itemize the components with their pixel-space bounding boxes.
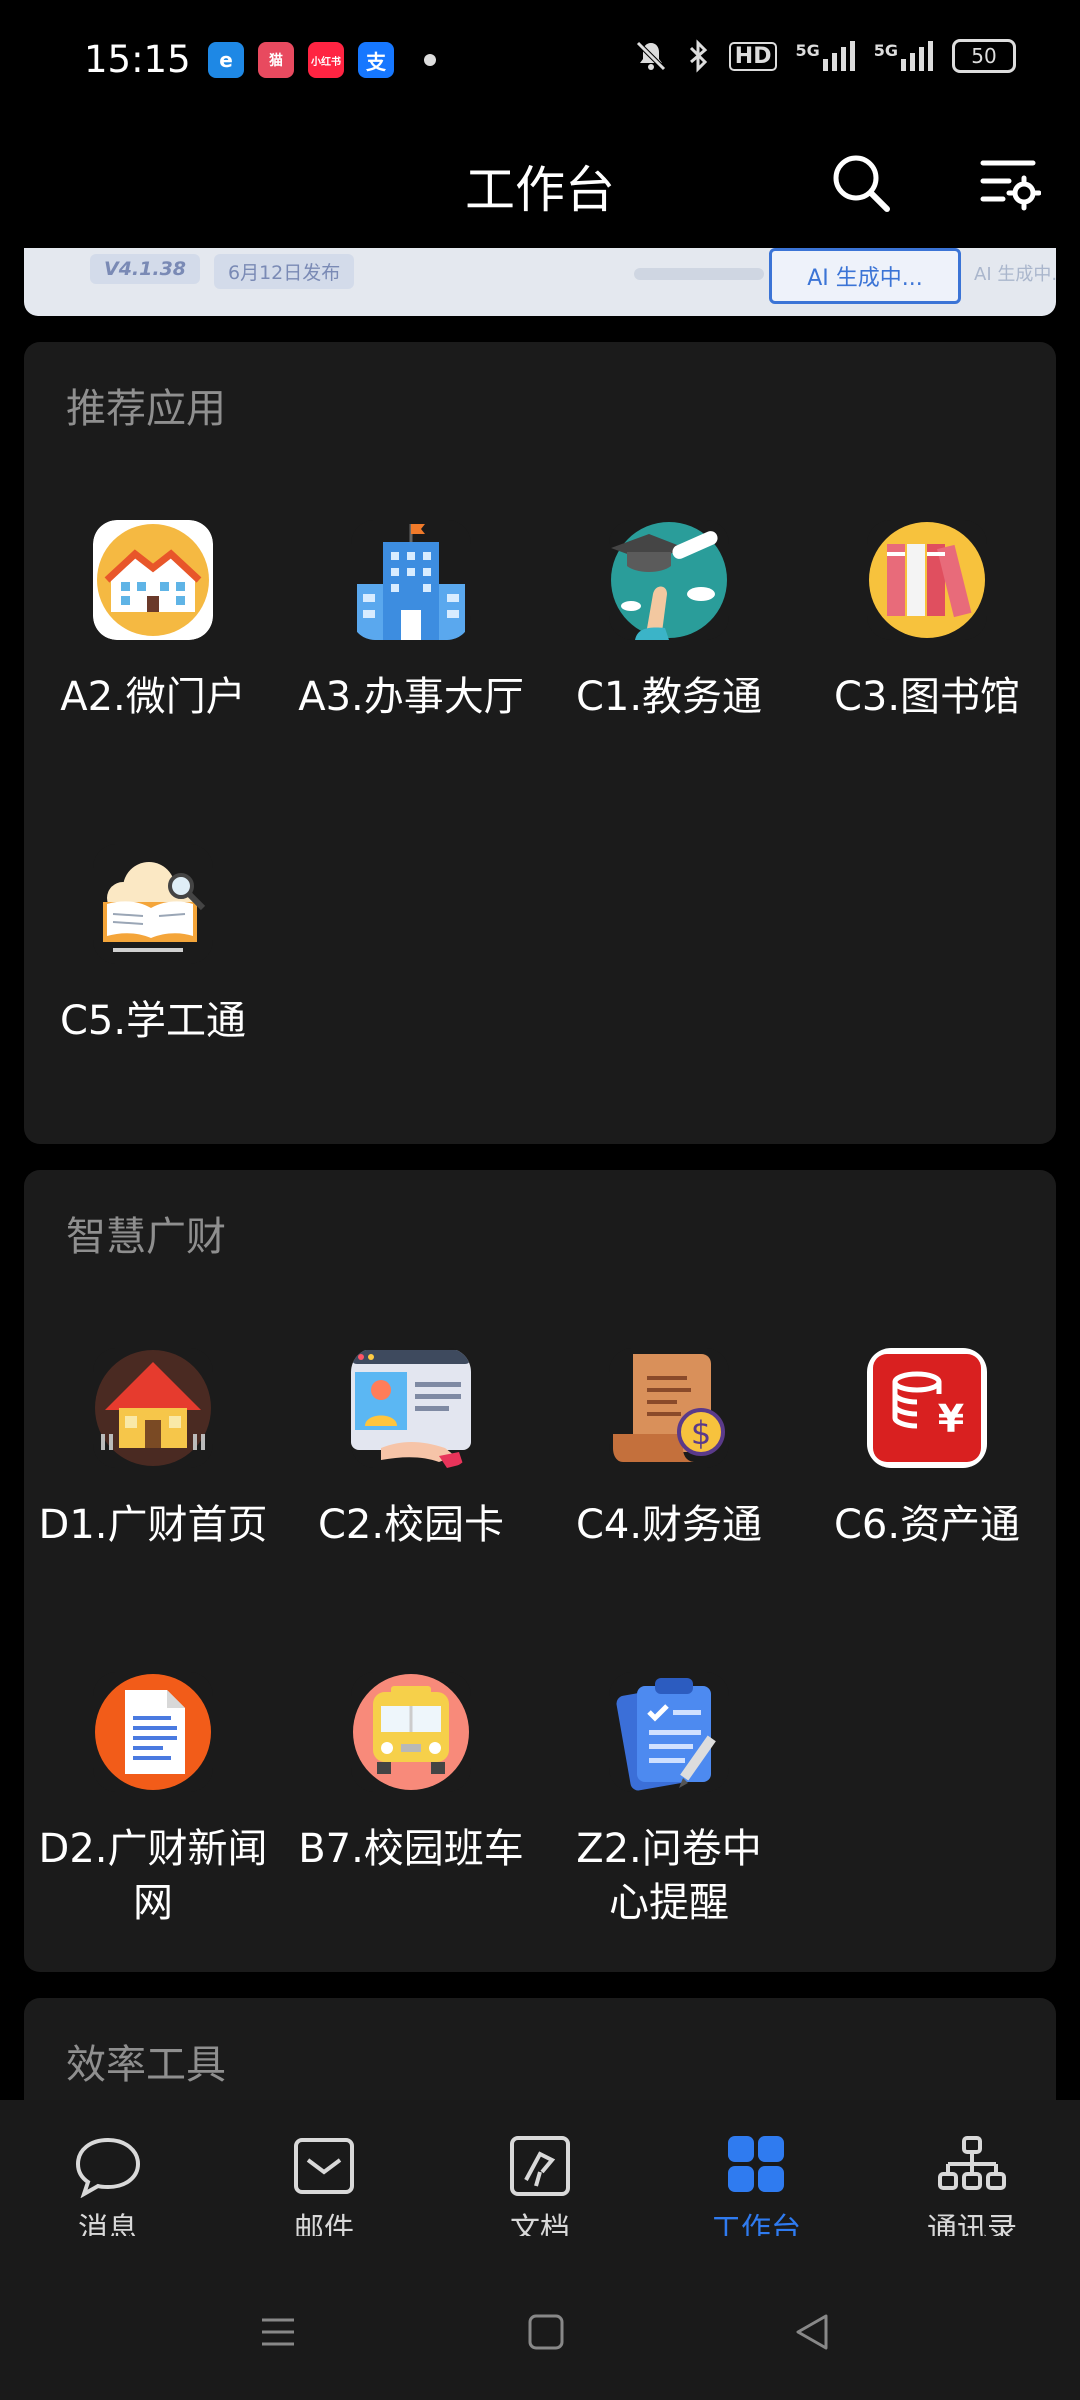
svg-text:¥: ¥	[938, 1397, 964, 1441]
system-indicators: HD 5G 5G 50	[633, 38, 1016, 74]
message-icon	[75, 2137, 141, 2198]
version-badge: V4.1.38	[90, 254, 201, 284]
recent-apps-button[interactable]	[258, 2312, 298, 2356]
contacts-icon	[938, 2136, 1006, 2190]
back-triangle-icon	[796, 2314, 828, 2350]
tab-mail[interactable]: 邮件	[216, 2134, 432, 2248]
settings-menu-button[interactable]	[974, 148, 1044, 218]
section-title: 智慧广财	[66, 1214, 226, 1260]
home-house-icon	[93, 1348, 213, 1468]
app-gdufe-news[interactable]: D2.广财新闻网	[24, 1672, 282, 1930]
recommended-apps-card: 推荐应用 A2.微门户 A3.办事大厅 C1.教务通 C3.图书馆 C5.学工通	[24, 342, 1056, 1144]
academic-icon	[609, 520, 729, 640]
app-label: A2.微门户	[60, 674, 246, 720]
status-bar: 15:15 e 猫 小红书 支 HD 5G 5G 50	[0, 0, 1080, 124]
app-label: A3.办事大厅	[298, 674, 524, 720]
more-dot-icon	[424, 54, 436, 66]
app-academic[interactable]: C1.教务通	[540, 520, 798, 724]
micro-portal-icon	[93, 520, 213, 640]
tab-contacts[interactable]: 通讯录	[864, 2134, 1080, 2248]
battery-icon: 50	[952, 39, 1016, 73]
back-button[interactable]	[792, 2312, 832, 2356]
app-survey-center[interactable]: Z2.问卷中心提醒	[540, 1672, 798, 1930]
assets-icon: ¥	[867, 1348, 987, 1468]
promo-banner[interactable]: V4.1.38 6月12日发布 AI 生成中... AI 生成中...	[24, 248, 1056, 316]
app-campus-card[interactable]: C2.校园卡	[282, 1348, 540, 1552]
svg-text:$: $	[691, 1414, 711, 1452]
home-square-icon	[528, 2314, 564, 2350]
service-hall-icon	[351, 520, 471, 640]
app-label: Z2.问卷中心提醒	[576, 1826, 762, 1926]
workbench-icon	[728, 2136, 784, 2192]
app-label: C5.学工通	[59, 998, 247, 1044]
system-navigation	[0, 2236, 1080, 2400]
mail-icon	[294, 2138, 354, 2194]
app-label: C1.教务通	[575, 674, 763, 720]
smart-gdufe-card: 智慧广财 D1.广财首页 C2.校园卡 $ C4.财务通 ¥ C6.资产通 D2…	[24, 1170, 1056, 1972]
finance-icon: $	[609, 1348, 729, 1468]
efficiency-tools-card: 效率工具	[24, 1998, 1056, 2100]
section-title: 推荐应用	[66, 386, 226, 432]
library-icon	[867, 520, 987, 640]
section-title: 效率工具	[66, 2042, 226, 2088]
hongshu-icon: 小红书	[308, 42, 344, 78]
alipay-icon: 支	[358, 42, 394, 78]
tab-messages[interactable]: 消息	[0, 2134, 216, 2248]
app-service-hall[interactable]: A3.办事大厅	[282, 520, 540, 724]
search-icon	[833, 155, 890, 212]
student-affairs-icon	[93, 844, 213, 964]
app-header: 工作台	[0, 124, 1080, 244]
search-button[interactable]	[826, 148, 896, 218]
menu-icon	[262, 2318, 294, 2346]
app-label: C4.财务通	[575, 1502, 763, 1548]
banner-bar	[634, 268, 764, 280]
school-bus-icon	[351, 1672, 471, 1792]
signal-1: 5G	[795, 41, 855, 71]
hd-badge: HD	[728, 41, 778, 71]
tab-documents[interactable]: 文档	[432, 2134, 648, 2248]
survey-icon	[609, 1672, 729, 1792]
app-label: D1.广财首页	[38, 1502, 268, 1548]
app-label: C6.资产通	[833, 1502, 1021, 1548]
ai-generating-label: AI 生成中...	[974, 264, 1056, 285]
signal-bars-icon	[901, 41, 933, 71]
tab-workbench[interactable]: 工作台	[648, 2134, 864, 2248]
mute-bell-icon	[636, 41, 666, 71]
signal-bars-icon	[822, 41, 855, 71]
document-icon	[510, 2136, 570, 2196]
status-time: 15:15	[84, 38, 191, 81]
app-student-affairs[interactable]: C5.学工通	[24, 844, 282, 1048]
news-icon	[93, 1672, 213, 1792]
xiaoxin-icon: 猫	[258, 42, 294, 78]
app-label: C2.校园卡	[317, 1502, 505, 1548]
app-label: B7.校园班车	[298, 1826, 524, 1872]
ai-generating-button: AI 生成中...	[769, 248, 961, 304]
app-assets[interactable]: ¥ C6.资产通	[798, 1348, 1056, 1552]
app-label: C3.图书馆	[833, 674, 1021, 720]
app-finance[interactable]: $ C4.财务通	[540, 1348, 798, 1552]
app-library[interactable]: C3.图书馆	[798, 520, 1056, 724]
app-micro-portal[interactable]: A2.微门户	[24, 520, 282, 724]
page-title: 工作台	[465, 161, 615, 219]
home-button[interactable]	[526, 2312, 566, 2356]
app-label: D2.广财新闻网	[38, 1826, 268, 1926]
campus-card-icon	[351, 1348, 471, 1468]
bottom-navigation: 消息 邮件 文档 工作台 通讯录	[0, 2100, 1080, 2247]
signal-2: 5G	[874, 41, 934, 71]
app-gdufe-home[interactable]: D1.广财首页	[24, 1348, 282, 1552]
notification-icons: e 猫 小红书 支	[208, 42, 436, 78]
release-date: 6月12日发布	[214, 254, 355, 289]
app-school-bus[interactable]: B7.校园班车	[282, 1672, 540, 1876]
e-icon: e	[208, 42, 244, 78]
list-settings-icon	[980, 160, 1041, 211]
bluetooth-icon	[689, 39, 707, 73]
